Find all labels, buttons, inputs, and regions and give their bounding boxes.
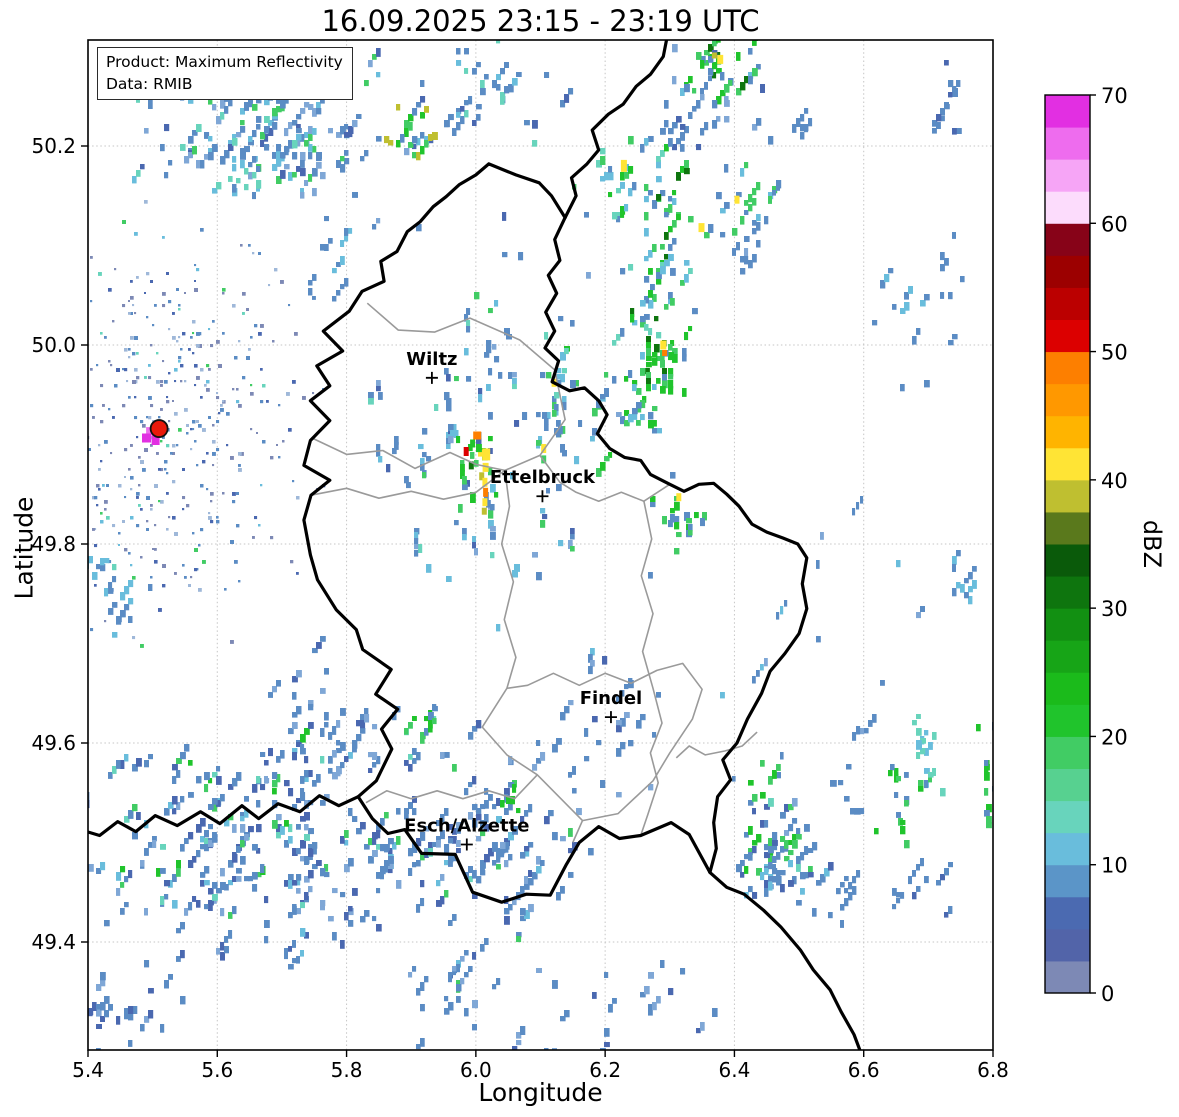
y-tick-label: 49.6	[31, 731, 76, 755]
colorbar-tick-label: 60	[1101, 212, 1128, 236]
radar-figure: Wiltz Ettelbruck Findel Esch/Alzette 5.4 5.6 5…	[0, 0, 1179, 1117]
colorbar-tick-label: 40	[1101, 469, 1128, 493]
plot-background	[88, 40, 993, 1050]
colorbar-tick-label: 50	[1101, 341, 1128, 365]
colorbar-tick-label: 70	[1101, 84, 1128, 108]
product-line: Product: Maximum Reflectivity	[106, 53, 343, 71]
city-label: Findel	[580, 688, 643, 709]
figure-title: 16.09.2025 23:15 - 23:19 UTC	[321, 4, 760, 38]
city-label: Wiltz	[406, 349, 457, 370]
radar-site-marker	[149, 419, 169, 438]
colorbar-tick-label: 10	[1101, 854, 1128, 878]
colorbar-tick-label: 30	[1101, 597, 1128, 621]
colorbar-label: dBZ	[1138, 519, 1166, 569]
product-info-box: Product: Maximum Reflectivity Data: RMIB	[97, 47, 353, 100]
map-plot: WiltzEttelbruckFindelEsch/Alzette5.4 5.6 5…	[31, 39, 1128, 1082]
city-label: Ettelbruck	[490, 467, 596, 488]
colorbar-tick-label: 0	[1101, 982, 1114, 1006]
y-tick-label: 50.0	[31, 333, 76, 357]
y-tick-label: 49.4	[31, 930, 76, 954]
city-label: Esch/Alzette	[404, 815, 529, 836]
x-axis-label: Longitude	[478, 1078, 603, 1107]
y-axis-label: Latitude	[9, 496, 39, 600]
y-tick-label: 50.2	[31, 134, 76, 158]
colorbar: 0 10 20 30 40 50 60 70	[1044, 84, 1128, 1006]
data-source-line: Data: RMIB	[106, 75, 193, 93]
colorbar-tick-label: 20	[1101, 725, 1128, 749]
